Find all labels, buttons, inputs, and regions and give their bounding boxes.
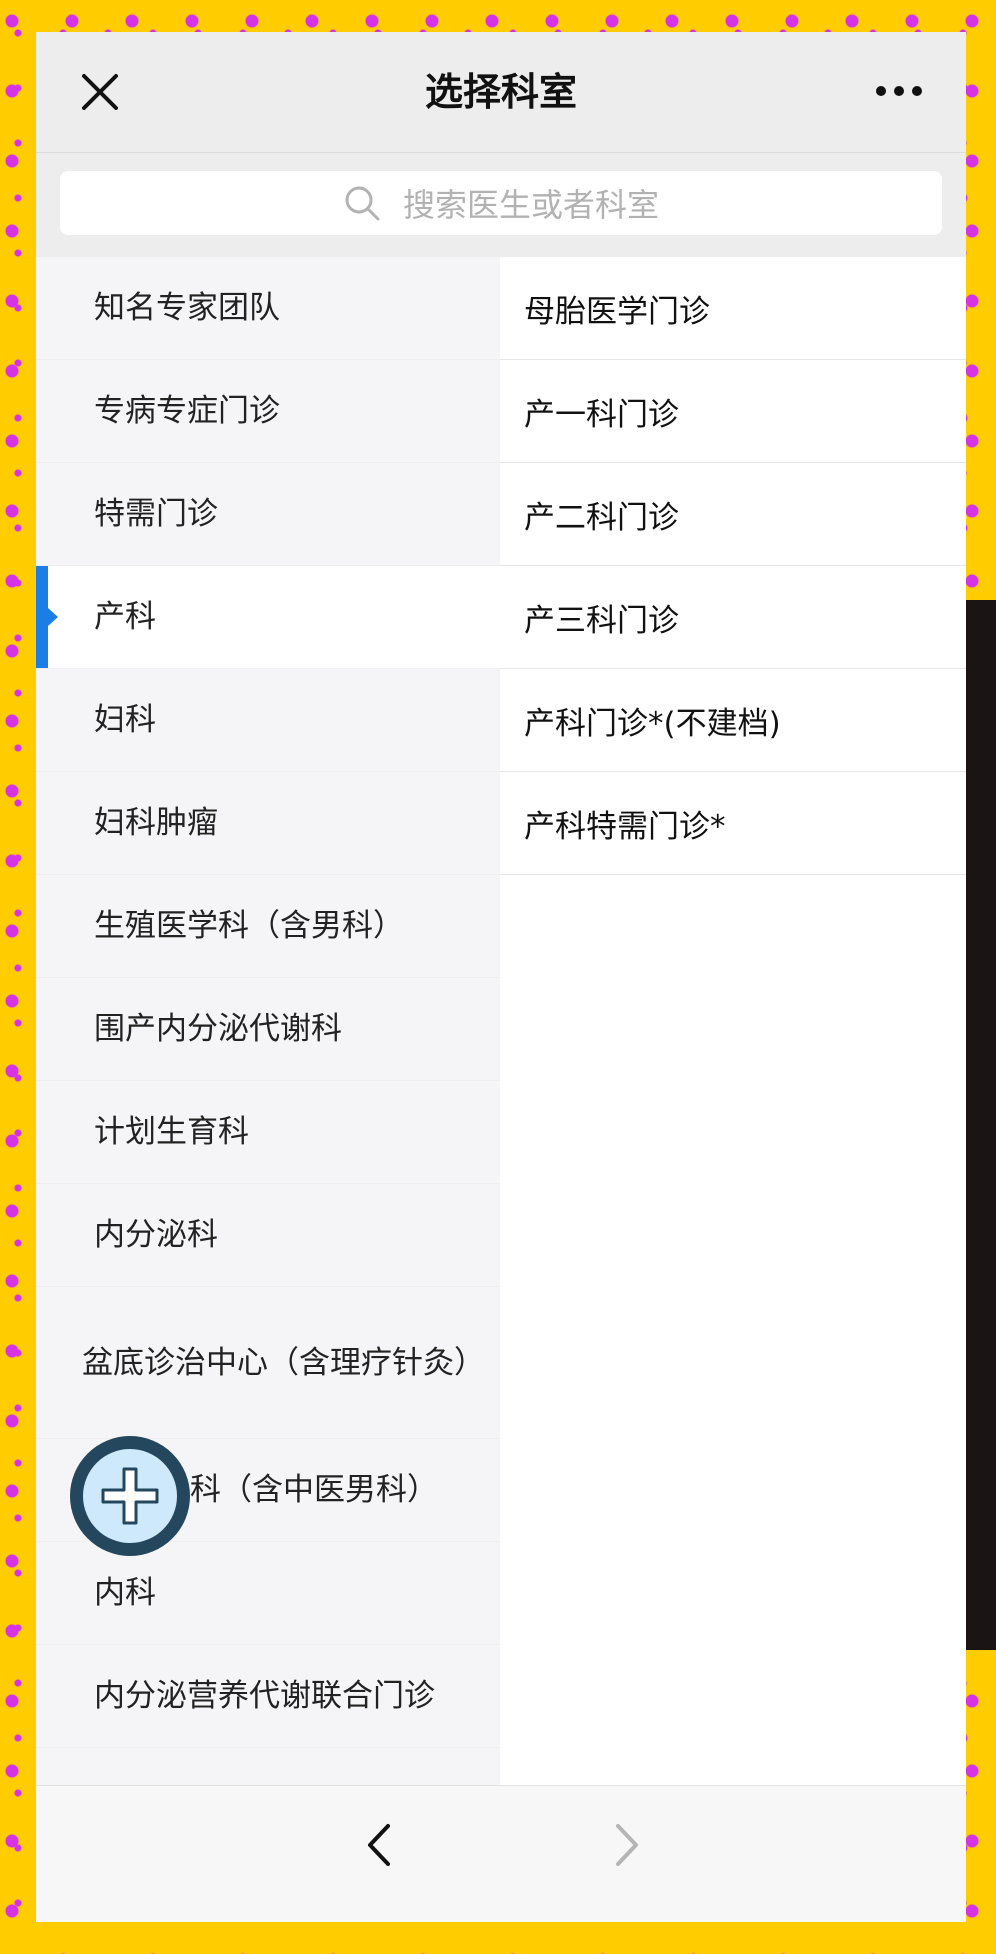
department-item[interactable]: 专病专症门诊 xyxy=(36,360,500,463)
nav-header: 选择科室 xyxy=(36,32,966,153)
department-item[interactable]: 内分泌科 xyxy=(36,1184,500,1287)
department-list: 知名专家团队 专病专症门诊 特需门诊 产科 妇科 妇科肿瘤 生殖医学科（含男科）… xyxy=(36,257,500,1785)
department-label: 知名专家团队 xyxy=(94,290,280,326)
clinic-item[interactable]: 产三科门诊 xyxy=(500,566,966,669)
department-item[interactable]: 围产内分泌代谢科 xyxy=(36,978,500,1081)
browser-toolbar xyxy=(36,1785,966,1922)
clinic-label: 母胎医学门诊 xyxy=(524,293,710,330)
department-label: 盆底诊治中心（含理疗针灸） xyxy=(82,1344,485,1381)
search-icon xyxy=(343,184,381,222)
clinic-label: 产一科门诊 xyxy=(524,396,679,433)
clinic-item[interactable]: 母胎医学门诊 xyxy=(500,257,966,360)
department-label: 产科 xyxy=(94,599,156,635)
department-label: 内科 xyxy=(94,1575,156,1611)
department-item[interactable]: 盆底诊治中心（含理疗针灸） xyxy=(36,1287,500,1439)
clinic-label: 产三科门诊 xyxy=(524,602,679,639)
clinic-item[interactable]: 产科门诊*(不建档) xyxy=(500,669,966,772)
department-item[interactable]: 妇科肿瘤 xyxy=(36,772,500,875)
more-button[interactable] xyxy=(874,76,924,106)
department-label: 专病专症门诊 xyxy=(94,393,280,429)
department-item[interactable]: 生殖医学科（含男科） xyxy=(36,875,500,978)
clinic-list: 母胎医学门诊 产一科门诊 产二科门诊 产三科门诊 产科门诊*(不建档) 产科特需… xyxy=(500,257,966,1785)
department-item[interactable]: 妇科 xyxy=(36,669,500,772)
department-label: 内分泌营养代谢联合门诊 xyxy=(94,1678,435,1714)
department-item[interactable]: 知名专家团队 xyxy=(36,257,500,360)
forward-button[interactable] xyxy=(606,1820,646,1870)
department-label: 妇科 xyxy=(94,702,156,738)
department-item[interactable]: 计划生育科 xyxy=(36,1081,500,1184)
department-label: 生殖医学科（含男科） xyxy=(94,908,404,944)
department-item[interactable]: 内分泌营养代谢联合门诊 xyxy=(36,1645,500,1748)
department-item[interactable]: 内科 xyxy=(36,1542,500,1645)
chevron-left-icon xyxy=(368,1824,390,1866)
fab-inner xyxy=(83,1449,177,1543)
department-label: 内分泌科 xyxy=(94,1217,218,1253)
department-label: 妇科肿瘤 xyxy=(94,805,218,841)
clinic-item[interactable]: 产科特需门诊* xyxy=(500,772,966,875)
search-input[interactable]: 搜索医生或者科室 xyxy=(60,171,942,235)
department-item[interactable]: 特需门诊 xyxy=(36,463,500,566)
clinic-item[interactable]: 产二科门诊 xyxy=(500,463,966,566)
department-item-selected[interactable]: 产科 xyxy=(36,566,500,669)
clinic-label: 产二科门诊 xyxy=(524,499,679,536)
more-dots-icon xyxy=(876,86,922,96)
back-button[interactable] xyxy=(360,1820,400,1870)
page-title: 选择科室 xyxy=(424,70,577,114)
floating-add-button[interactable] xyxy=(70,1436,190,1556)
department-label: 特需门诊 xyxy=(94,496,218,532)
clinic-item[interactable]: 产一科门诊 xyxy=(500,360,966,463)
department-label: 计划生育科 xyxy=(94,1114,249,1150)
department-label: 围产内分泌代谢科 xyxy=(94,1011,342,1047)
plus-icon xyxy=(101,1467,159,1525)
department-label: 科（含中医男科） xyxy=(190,1472,438,1508)
clinic-label: 产科特需门诊* xyxy=(524,808,726,845)
phone-screen: 选择科室 搜索医生或者科室 知名专家团队 专病专症门诊 特需门诊 产科 妇科 妇… xyxy=(36,32,966,1922)
clinic-label: 产科门诊*(不建档) xyxy=(524,705,781,742)
chevron-right-icon xyxy=(616,1824,638,1866)
search-placeholder: 搜索医生或者科室 xyxy=(402,186,659,224)
